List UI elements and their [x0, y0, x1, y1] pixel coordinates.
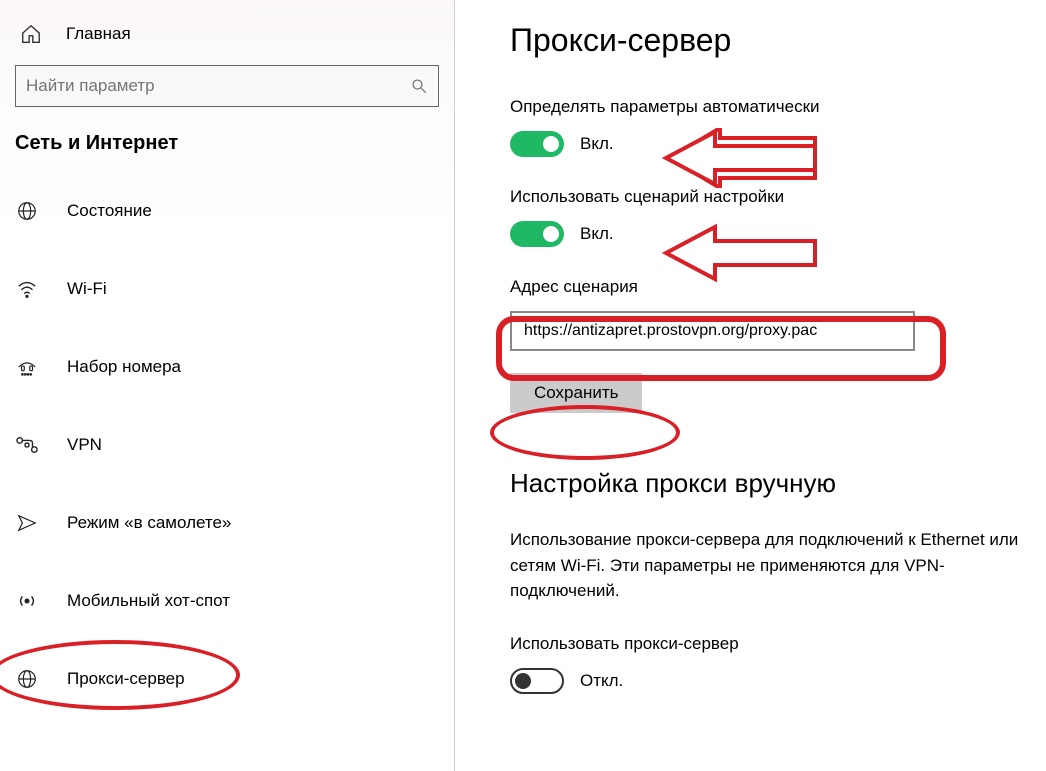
search-row: [0, 65, 454, 132]
sidebar-item-wifi[interactable]: Wi-Fi: [0, 263, 454, 315]
use-script-label: Использовать сценарий настройки: [510, 187, 1046, 207]
dialup-icon: [15, 355, 39, 379]
sidebar-item-airplane[interactable]: Режим «в самолете»: [0, 497, 454, 549]
script-address-label: Адрес сценария: [510, 277, 1046, 297]
search-input[interactable]: [26, 76, 410, 96]
sidebar: Главная Сеть и Интернет Состояние: [0, 0, 455, 771]
wifi-icon: [15, 277, 39, 301]
search-icon: [410, 77, 428, 95]
globe-icon: [15, 667, 39, 691]
script-address-input[interactable]: [510, 311, 915, 351]
sidebar-item-label: Wi-Fi: [67, 279, 107, 299]
use-script-toggle[interactable]: [510, 221, 564, 247]
save-button[interactable]: Сохранить: [510, 373, 642, 413]
main-panel: Прокси-сервер Определять параметры автом…: [455, 0, 1046, 771]
home-label: Главная: [66, 24, 131, 44]
auto-detect-toggle[interactable]: [510, 131, 564, 157]
sidebar-item-label: Режим «в самолете»: [67, 513, 231, 533]
use-proxy-toggle[interactable]: [510, 668, 564, 694]
sidebar-item-vpn[interactable]: VPN: [0, 419, 454, 471]
home-icon: [20, 23, 42, 45]
manual-description: Использование прокси-сервера для подключ…: [510, 527, 1046, 604]
section-title: Сеть и Интернет: [0, 132, 454, 185]
sidebar-item-proxy[interactable]: Прокси-сервер: [0, 653, 454, 705]
auto-detect-state: Вкл.: [580, 134, 614, 154]
sidebar-item-dialup[interactable]: Набор номера: [0, 341, 454, 393]
sidebar-item-hotspot[interactable]: Мобильный хот-спот: [0, 575, 454, 627]
sidebar-item-label: Мобильный хот-спот: [67, 591, 230, 611]
sidebar-item-label: Состояние: [67, 201, 152, 221]
airplane-icon: [15, 511, 39, 535]
manual-heading: Настройка прокси вручную: [510, 468, 1046, 499]
search-box[interactable]: [15, 65, 439, 107]
use-proxy-state: Откл.: [580, 671, 623, 691]
sidebar-item-label: VPN: [67, 435, 102, 455]
sidebar-item-label: Набор номера: [67, 357, 181, 377]
sidebar-item-label: Прокси-сервер: [67, 669, 185, 689]
use-script-state: Вкл.: [580, 224, 614, 244]
vpn-icon: [15, 433, 39, 457]
globe-icon: [15, 199, 39, 223]
auto-detect-label: Определять параметры автоматически: [510, 97, 1046, 117]
home-link[interactable]: Главная: [0, 15, 454, 65]
sidebar-item-status[interactable]: Состояние: [0, 185, 454, 237]
use-proxy-label: Использовать прокси-сервер: [510, 634, 1046, 654]
page-title: Прокси-сервер: [510, 22, 1046, 59]
hotspot-icon: [15, 589, 39, 613]
